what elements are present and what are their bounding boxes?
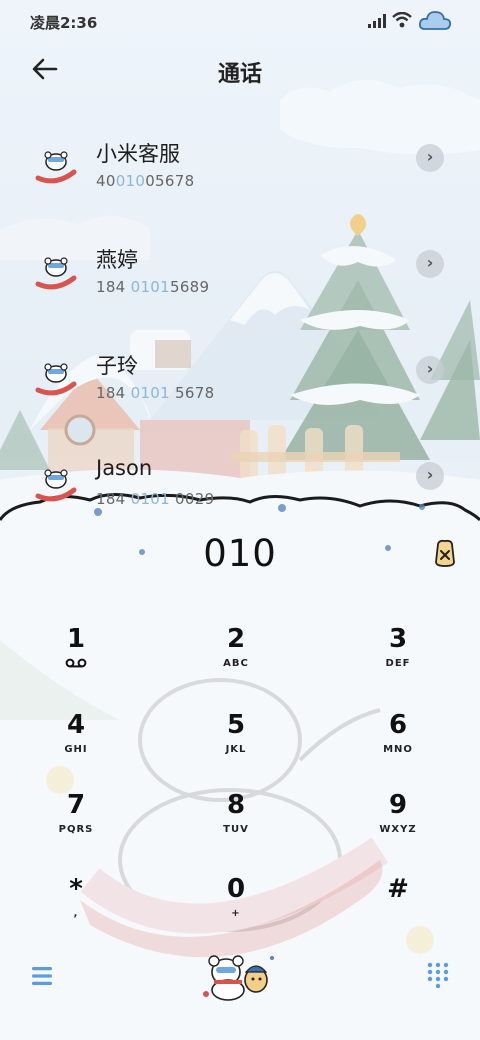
contact-name: 小米客服 xyxy=(96,142,180,166)
status-time: 凌晨2:36 xyxy=(30,14,98,32)
chevron-right-icon: › xyxy=(426,147,434,166)
dial-input-display[interactable]: 010 xyxy=(0,532,480,575)
contact-detail-button[interactable]: › xyxy=(416,250,444,278)
page-title: 通话 xyxy=(217,62,262,87)
status-bar: 凌晨2:36 xyxy=(0,0,480,44)
cloud-icon xyxy=(418,11,452,30)
menu-icon xyxy=(32,967,52,985)
key-star[interactable]: * , xyxy=(16,874,136,946)
backspace-icon xyxy=(435,539,455,567)
contact-number: 184 0101 5678 xyxy=(96,384,215,402)
contact-number: 4001005678 xyxy=(96,172,195,190)
key-3[interactable]: 3 DEF xyxy=(338,624,458,696)
contact-number: 184 0101 0029 xyxy=(96,490,215,508)
chevron-right-icon: › xyxy=(426,465,434,484)
contact-number: 184 01015689 xyxy=(96,278,210,296)
avatar xyxy=(35,469,77,502)
key-1[interactable]: 1 xyxy=(16,624,136,696)
chevron-right-icon: › xyxy=(426,253,434,272)
contact-name: 子玲 xyxy=(96,354,138,378)
avatar xyxy=(35,151,77,184)
signal-icon xyxy=(368,14,386,28)
key-0[interactable]: 0 + xyxy=(176,874,296,946)
wifi-icon xyxy=(392,12,412,28)
contact-item[interactable]: 子玲 184 0101 5678 › xyxy=(0,344,480,414)
voicemail-icon xyxy=(65,658,87,668)
contact-item[interactable]: Jason 184 0101 0029 › xyxy=(0,450,480,520)
contact-name: Jason xyxy=(96,456,153,480)
menu-button[interactable] xyxy=(30,964,54,988)
chevron-right-icon: › xyxy=(426,359,434,378)
key-4[interactable]: 4 GHI xyxy=(16,710,136,782)
contact-detail-button[interactable]: › xyxy=(416,356,444,384)
key-8[interactable]: 8 TUV xyxy=(176,790,296,862)
call-button[interactable] xyxy=(200,950,280,1002)
avatar xyxy=(35,257,77,290)
status-icons xyxy=(368,10,458,32)
contact-name: 燕婷 xyxy=(96,248,138,272)
contact-detail-button[interactable]: › xyxy=(416,462,444,490)
contact-item[interactable]: 小米客服 4001005678 › xyxy=(0,132,480,202)
delete-button[interactable] xyxy=(430,538,460,568)
keypad-toggle-button[interactable] xyxy=(426,962,450,989)
key-2[interactable]: 2 ABC xyxy=(176,624,296,696)
polar-bear-call-icon xyxy=(203,955,274,1001)
keypad-icon xyxy=(427,962,449,989)
contact-detail-button[interactable]: › xyxy=(416,144,444,172)
key-hash[interactable]: # xyxy=(338,874,458,946)
key-5[interactable]: 5 JKL xyxy=(176,710,296,782)
avatar xyxy=(35,363,77,396)
contact-item[interactable]: 燕婷 184 01015689 › xyxy=(0,238,480,308)
key-7[interactable]: 7 PQRS xyxy=(16,790,136,862)
key-9[interactable]: 9 WXYZ xyxy=(338,790,458,862)
key-6[interactable]: 6 MNO xyxy=(338,710,458,782)
